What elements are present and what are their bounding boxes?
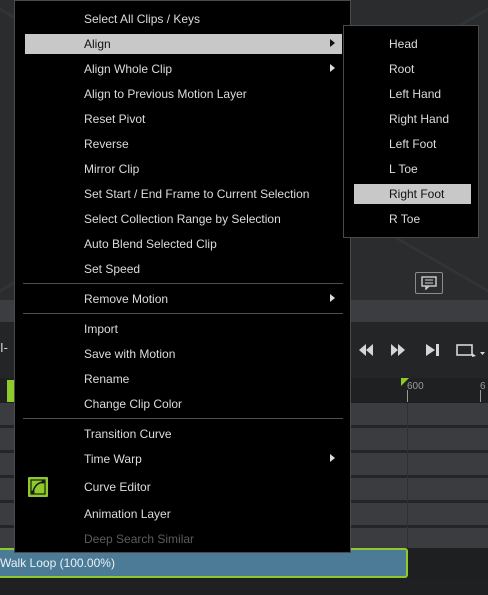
submenu-item-right-hand[interactable]: Right Hand xyxy=(354,109,471,129)
menu-item-label: Set Speed xyxy=(84,262,141,276)
menu-item-label: Deep Search Similar xyxy=(84,532,195,546)
menu-item-label: Mirror Clip xyxy=(84,162,140,176)
menu-item-animation-layer[interactable]: Animation Layer xyxy=(25,504,342,524)
menu-item-reverse[interactable]: Reverse xyxy=(25,134,342,154)
menu-item-set-speed[interactable]: Set Speed xyxy=(25,259,342,279)
menu-item-label: Auto Blend Selected Clip xyxy=(84,237,217,251)
menu-item-label: Import xyxy=(84,322,119,336)
menu-item-reset-pivot[interactable]: Reset Pivot xyxy=(25,109,342,129)
menu-item-label: Rename xyxy=(84,372,130,386)
menu-item-label: Align Whole Clip xyxy=(84,62,173,76)
fast-forward-button[interactable] xyxy=(388,340,408,360)
menu-item-select-all-clips-keys[interactable]: Select All Clips / Keys xyxy=(25,9,342,29)
menu-item-label: Animation Layer xyxy=(84,507,171,521)
menu-item-label: Transition Curve xyxy=(84,427,172,441)
submenu-item-head[interactable]: Head xyxy=(354,34,471,54)
submenu-arrow-icon xyxy=(330,39,335,47)
menu-item-align-previous-motion-layer[interactable]: Align to Previous Motion Layer xyxy=(25,84,342,104)
loop-icon xyxy=(456,344,485,357)
menu-item-label: Change Clip Color xyxy=(84,397,183,411)
submenu-item-root[interactable]: Root xyxy=(354,59,471,79)
menu-item-label: Select Collection Range by Selection xyxy=(84,212,281,226)
loop-mode-dropdown[interactable] xyxy=(455,340,488,360)
menu-item-remove-motion[interactable]: Remove Motion xyxy=(25,289,342,309)
clip-context-menu: Select All Clips / Keys Align Align Whol… xyxy=(14,0,351,553)
menu-item-label: Reset Pivot xyxy=(84,112,146,126)
menu-separator xyxy=(23,313,343,314)
submenu-item-label: Head xyxy=(389,37,418,51)
submenu-item-label: Right Foot xyxy=(389,187,445,201)
menu-item-label: Align to Previous Motion Layer xyxy=(84,87,247,101)
menu-item-auto-blend[interactable]: Auto Blend Selected Clip xyxy=(25,234,342,254)
submenu-item-left-foot[interactable]: Left Foot xyxy=(354,134,471,154)
submenu-item-label: L Toe xyxy=(389,162,418,176)
menu-separator xyxy=(23,283,343,284)
rewind-icon xyxy=(359,344,373,356)
menu-item-label: Reverse xyxy=(84,137,129,151)
submenu-arrow-icon xyxy=(330,454,335,462)
submenu-item-left-hand[interactable]: Left Hand xyxy=(354,84,471,104)
ruler-frame-label: 6 xyxy=(480,381,486,392)
menu-separator xyxy=(23,418,343,419)
submenu-item-label: Root xyxy=(389,62,415,76)
menu-item-label: Curve Editor xyxy=(84,480,151,494)
submenu-arrow-icon xyxy=(330,64,335,72)
menu-item-set-start-end-frame[interactable]: Set Start / End Frame to Current Selecti… xyxy=(25,184,342,204)
submenu-item-right-foot[interactable]: Right Foot xyxy=(354,184,471,204)
menu-item-select-collection-range[interactable]: Select Collection Range by Selection xyxy=(25,209,342,229)
menu-item-label: Remove Motion xyxy=(84,292,169,306)
menu-item-label: Set Start / End Frame to Current Selecti… xyxy=(84,187,310,201)
timeline-bottom-area xyxy=(0,580,488,595)
skip-next-icon xyxy=(426,344,439,356)
menu-item-deep-search-similar: Deep Search Similar xyxy=(25,529,342,549)
submenu-item-r-toe[interactable]: R Toe xyxy=(354,209,471,229)
submenu-item-label: Left Foot xyxy=(389,137,437,151)
frame-grid-line xyxy=(407,403,408,548)
menu-item-curve-editor[interactable]: Curve Editor xyxy=(25,476,342,498)
toolbar-left-stub: I- xyxy=(0,340,8,355)
menu-item-save-with-motion[interactable]: Save with Motion xyxy=(25,344,342,364)
range-start-marker[interactable] xyxy=(7,380,14,402)
menu-item-mirror-clip[interactable]: Mirror Clip xyxy=(25,159,342,179)
submenu-item-l-toe[interactable]: L Toe xyxy=(354,159,471,179)
menu-item-rename[interactable]: Rename xyxy=(25,369,342,389)
curve-editor-icon xyxy=(28,477,48,497)
next-key-button[interactable] xyxy=(422,340,442,360)
menu-item-import[interactable]: Import xyxy=(25,319,342,339)
comment-button[interactable] xyxy=(415,272,443,294)
menu-item-label: Time Warp xyxy=(84,452,142,466)
menu-item-label: Save with Motion xyxy=(84,347,176,361)
submenu-item-label: Right Hand xyxy=(389,112,450,126)
fast-forward-icon xyxy=(391,344,405,356)
menu-item-label: Select All Clips / Keys xyxy=(84,12,201,26)
menu-item-label: Align xyxy=(84,37,111,51)
ruler-frame-label: 600 xyxy=(407,381,424,392)
menu-item-transition-curve[interactable]: Transition Curve xyxy=(25,424,342,444)
submenu-item-label: Left Hand xyxy=(389,87,442,101)
motion-clip-label: Walk Loop (100.00%) xyxy=(0,556,115,570)
menu-item-align[interactable]: Align xyxy=(25,34,342,54)
align-submenu: Head Root Left Hand Right Hand Left Foot… xyxy=(343,25,479,238)
menu-item-change-clip-color[interactable]: Change Clip Color xyxy=(25,394,342,414)
submenu-arrow-icon xyxy=(330,294,335,302)
submenu-item-label: R Toe xyxy=(389,212,421,226)
menu-item-align-whole-clip[interactable]: Align Whole Clip xyxy=(25,59,342,79)
menu-item-time-warp[interactable]: Time Warp xyxy=(25,449,342,469)
rewind-button[interactable] xyxy=(356,340,376,360)
